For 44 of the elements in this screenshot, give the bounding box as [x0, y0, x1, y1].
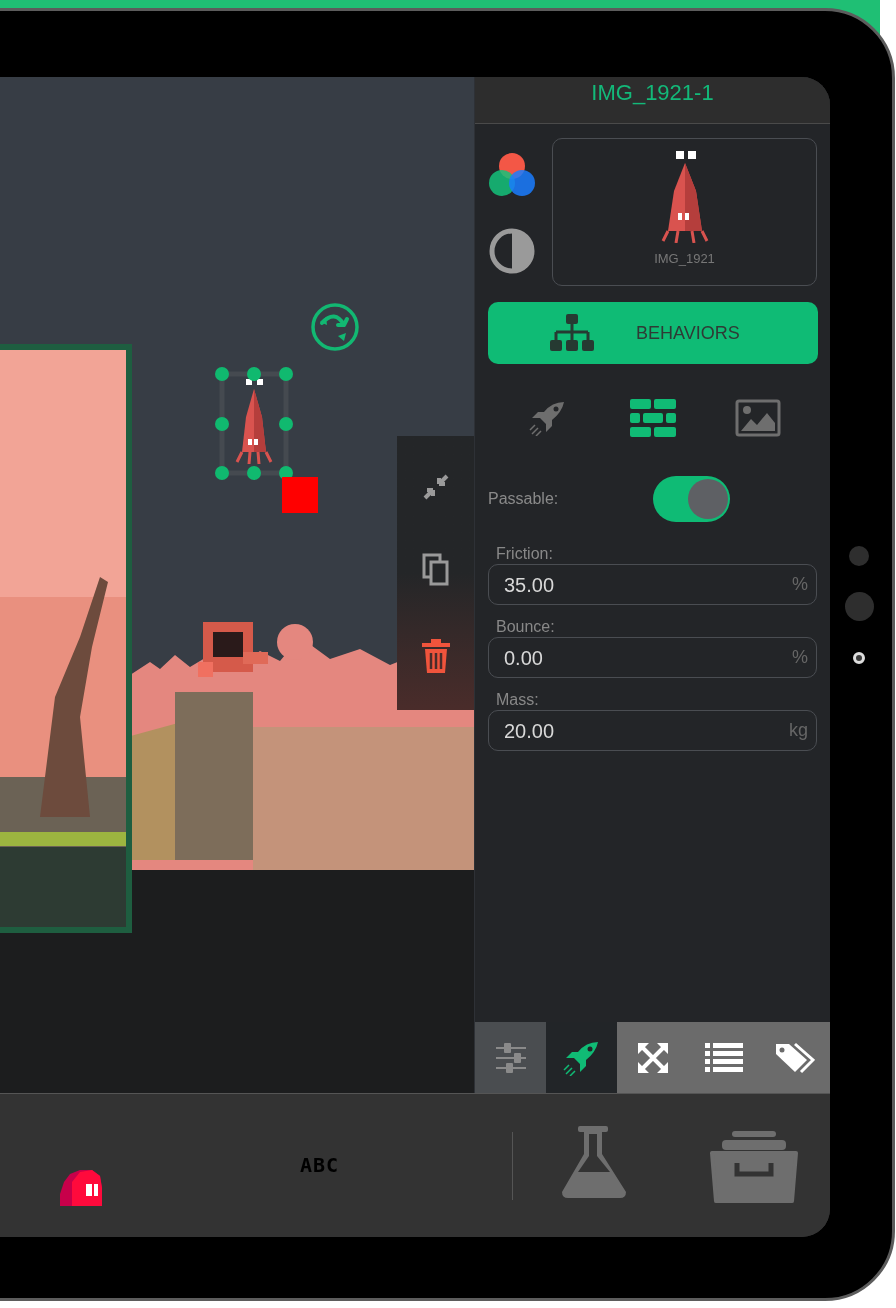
expand-icon	[636, 1041, 669, 1074]
unit-label: %	[792, 646, 808, 669]
drawer-icon[interactable]	[710, 1131, 798, 1203]
field-label: Friction:	[495, 544, 554, 564]
contrast-icon[interactable]	[489, 228, 535, 274]
robot-sprite[interactable]	[198, 622, 268, 677]
resize-handle[interactable]	[247, 367, 261, 381]
resize-handle[interactable]	[215, 367, 229, 381]
asset-caption: IMG_1921	[654, 250, 715, 268]
resize-handle[interactable]	[279, 417, 293, 431]
tags-tab[interactable]	[759, 1022, 830, 1093]
resize-handle[interactable]	[247, 466, 261, 480]
panel-title: IMG_1921-1	[591, 79, 714, 107]
resize-handle[interactable]	[215, 466, 229, 480]
flask-icon[interactable]	[560, 1126, 628, 1198]
copy-icon[interactable]	[421, 553, 450, 587]
sliders-tab[interactable]	[475, 1022, 546, 1093]
resize-handle[interactable]	[279, 367, 293, 381]
resize-handle[interactable]	[215, 417, 229, 431]
unit-label: %	[792, 573, 808, 596]
number-field[interactable]: 0.00 %	[488, 637, 817, 678]
marker-square[interactable]	[282, 477, 318, 513]
behaviors-button[interactable]: BEHAVIORS	[488, 302, 818, 364]
field-label: Bounce:	[495, 617, 556, 637]
field-value: 20.00	[504, 718, 555, 744]
color-circles-icon[interactable]	[488, 152, 536, 198]
hierarchy-icon	[550, 314, 594, 352]
number-field[interactable]: 20.00 kg	[488, 710, 817, 751]
rotate-icon[interactable]	[311, 303, 359, 351]
level-canvas[interactable]	[0, 77, 474, 1093]
sliders-icon	[494, 1041, 527, 1074]
tags-icon	[774, 1041, 815, 1074]
character-sprite[interactable]	[235, 379, 273, 466]
expand-tab[interactable]	[617, 1022, 688, 1093]
field-label: Mass:	[495, 690, 540, 710]
passable-label: Passable:	[488, 489, 560, 509]
field-value: 0.00	[504, 645, 543, 671]
list-icon	[704, 1042, 743, 1073]
field-value: 35.00	[504, 572, 555, 598]
number-field[interactable]: 35.00 %	[488, 564, 817, 605]
unit-label: kg	[789, 719, 808, 742]
passable-toggle[interactable]	[653, 476, 730, 522]
brick-wall-tab[interactable]	[627, 398, 678, 438]
trash-icon[interactable]	[420, 638, 451, 675]
